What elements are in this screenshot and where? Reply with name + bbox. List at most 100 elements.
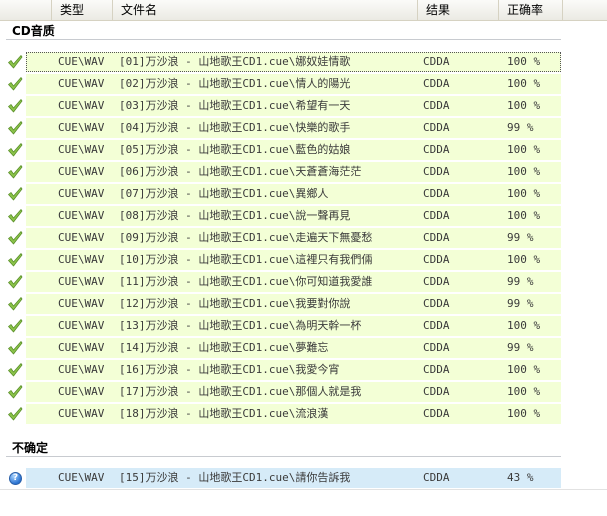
cell-result: CDDA (423, 341, 450, 354)
table-row[interactable]: CUE\WAV [05]万沙浪 - 山地歌王CD1.cue\藍色的姑娘 CDDA 10… (0, 140, 562, 160)
cell-result: CDDA (423, 253, 450, 266)
cell-filename: [08]万沙浪 - 山地歌王CD1.cue\說一聲再見 (119, 209, 351, 222)
cell-filename: [11]万沙浪 - 山地歌王CD1.cue\你可知道我愛誰 (119, 275, 373, 288)
cell-filename: [06]万沙浪 - 山地歌王CD1.cue\天蒼蒼海茫茫 (119, 165, 362, 178)
check-icon (7, 98, 23, 114)
check-icon (7, 406, 23, 422)
cell-result: CDDA (423, 275, 450, 288)
cell-accuracy: 100 % (507, 187, 541, 200)
cell-accuracy: 99 % (507, 121, 534, 134)
check-icon (7, 274, 23, 290)
table-row[interactable]: CUE\WAV [02]万沙浪 - 山地歌王CD1.cue\情人的陽光 CDDA 10… (0, 74, 562, 94)
cell-type: CUE\WAV (58, 121, 105, 134)
cell-accuracy: 99 % (507, 275, 534, 288)
cell-result: CDDA (423, 363, 450, 376)
cell-result: CDDA (423, 121, 450, 134)
cell-filename: [02]万沙浪 - 山地歌王CD1.cue\情人的陽光 (119, 77, 351, 90)
cell-filename: [03]万沙浪 - 山地歌王CD1.cue\希望有一天 (119, 99, 351, 112)
table-row[interactable]: CUE\WAV [12]万沙浪 - 山地歌王CD1.cue\我要對你說 CDDA 99… (0, 294, 562, 314)
cell-type: CUE\WAV (58, 187, 105, 200)
table-row[interactable]: CUE\WAV [09]万沙浪 - 山地歌王CD1.cue\走遍天下無憂愁 CDDA… (0, 228, 562, 248)
column-header-result-label: 结果 (426, 3, 451, 17)
table-row[interactable]: ? CUE\WAV [15]万沙浪 - 山地歌王CD1.cue\請你告訴我 CDDA 4… (0, 468, 562, 488)
check-icon (7, 252, 23, 268)
cell-result: CDDA (423, 77, 450, 90)
table-row[interactable]: CUE\WAV [10]万沙浪 - 山地歌王CD1.cue\這裡只有我們倆 CDDA… (0, 250, 562, 270)
table-row[interactable]: CUE\WAV [04]万沙浪 - 山地歌王CD1.cue\快樂的歌手 CDDA 99… (0, 118, 562, 138)
cell-type: CUE\WAV (58, 297, 105, 310)
check-icon (7, 318, 23, 334)
table-row[interactable]: CUE\WAV [17]万沙浪 - 山地歌王CD1.cue\那個人就是我 CDDA 1… (0, 382, 562, 402)
cell-accuracy: 99 % (507, 297, 534, 310)
cell-type: CUE\WAV (58, 55, 105, 68)
column-header-accuracy-label: 正确率 (507, 3, 544, 17)
cell-filename: [14]万沙浪 - 山地歌王CD1.cue\夢難忘 (119, 341, 329, 354)
cell-accuracy: 100 % (507, 363, 541, 376)
check-icon (7, 362, 23, 378)
cell-type: CUE\WAV (58, 407, 105, 420)
cell-accuracy: 100 % (507, 77, 541, 90)
cell-filename: [18]万沙浪 - 山地歌王CD1.cue\流浪漢 (119, 407, 329, 420)
column-header-type[interactable]: 类型 (52, 0, 113, 20)
column-header-type-label: 类型 (60, 3, 85, 17)
table-row[interactable]: CUE\WAV [08]万沙浪 - 山地歌王CD1.cue\說一聲再見 CDDA 10… (0, 206, 562, 226)
cell-type: CUE\WAV (58, 253, 105, 266)
cell-type: CUE\WAV (58, 209, 105, 222)
cell-filename: [13]万沙浪 - 山地歌王CD1.cue\為明天幹一杯 (119, 319, 362, 332)
check-icon (7, 142, 23, 158)
cell-result: CDDA (423, 385, 450, 398)
cell-result: CDDA (423, 407, 450, 420)
column-header-status[interactable] (0, 0, 52, 20)
cell-accuracy: 100 % (507, 143, 541, 156)
table-row[interactable]: CUE\WAV [16]万沙浪 - 山地歌王CD1.cue\我愛今宵 CDDA 100… (0, 360, 562, 380)
cell-filename: [17]万沙浪 - 山地歌王CD1.cue\那個人就是我 (119, 385, 362, 398)
cell-type: CUE\WAV (58, 165, 105, 178)
table-row[interactable]: CUE\WAV [01]万沙浪 - 山地歌王CD1.cue\娜奴娃情歌 CDDA 10… (0, 52, 562, 72)
table-row[interactable]: CUE\WAV [03]万沙浪 - 山地歌王CD1.cue\希望有一天 CDDA 10… (0, 96, 562, 116)
cell-accuracy: 100 % (507, 385, 541, 398)
group-divider (6, 39, 561, 40)
check-icon (7, 340, 23, 356)
question-icon: ? (9, 472, 22, 485)
cell-accuracy: 99 % (507, 341, 534, 354)
table-row[interactable]: CUE\WAV [14]万沙浪 - 山地歌王CD1.cue\夢難忘 CDDA 99 % (0, 338, 562, 358)
group-title: CD音质 (12, 24, 55, 38)
cell-type: CUE\WAV (58, 341, 105, 354)
column-header: 类型 文件名 结果 正确率 (0, 0, 607, 21)
cell-type: CUE\WAV (58, 363, 105, 376)
cell-type: CUE\WAV (58, 275, 105, 288)
cell-result: CDDA (423, 165, 450, 178)
table-row[interactable]: CUE\WAV [07]万沙浪 - 山地歌王CD1.cue\異鄉人 CDDA 100 … (0, 184, 562, 204)
column-header-filler (563, 0, 607, 20)
check-icon (7, 186, 23, 202)
table-row[interactable]: CUE\WAV [18]万沙浪 - 山地歌王CD1.cue\流浪漢 CDDA 100 … (0, 404, 562, 424)
cell-accuracy: 100 % (507, 407, 541, 420)
cell-filename: [07]万沙浪 - 山地歌王CD1.cue\異鄉人 (119, 187, 329, 200)
cell-accuracy: 100 % (507, 253, 541, 266)
check-icon (7, 120, 23, 136)
cell-result: CDDA (423, 209, 450, 222)
table-row[interactable]: CUE\WAV [13]万沙浪 - 山地歌王CD1.cue\為明天幹一杯 CDDA 1… (0, 316, 562, 336)
cell-accuracy: 99 % (507, 231, 534, 244)
table-row[interactable]: CUE\WAV [11]万沙浪 - 山地歌王CD1.cue\你可知道我愛誰 CDDA… (0, 272, 562, 292)
check-icon (7, 76, 23, 92)
cell-filename: [04]万沙浪 - 山地歌王CD1.cue\快樂的歌手 (119, 121, 351, 134)
cell-accuracy: 100 % (507, 165, 541, 178)
cell-result: CDDA (423, 471, 450, 484)
cell-result: CDDA (423, 297, 450, 310)
cell-result: CDDA (423, 231, 450, 244)
cell-accuracy: 100 % (507, 319, 541, 332)
cell-accuracy: 100 % (507, 55, 541, 68)
column-header-accuracy[interactable]: 正确率 (499, 0, 563, 20)
column-header-result[interactable]: 结果 (418, 0, 499, 20)
group-title: 不确定 (12, 441, 49, 455)
column-header-filename[interactable]: 文件名 (113, 0, 418, 20)
table-row[interactable]: CUE\WAV [06]万沙浪 - 山地歌王CD1.cue\天蒼蒼海茫茫 CDDA 1… (0, 162, 562, 182)
cell-type: CUE\WAV (58, 231, 105, 244)
check-icon (7, 296, 23, 312)
check-icon (7, 54, 23, 70)
cell-result: CDDA (423, 319, 450, 332)
cell-filename: [09]万沙浪 - 山地歌王CD1.cue\走遍天下無憂愁 (119, 231, 373, 244)
check-icon (7, 208, 23, 224)
cell-filename: [01]万沙浪 - 山地歌王CD1.cue\娜奴娃情歌 (119, 55, 351, 68)
